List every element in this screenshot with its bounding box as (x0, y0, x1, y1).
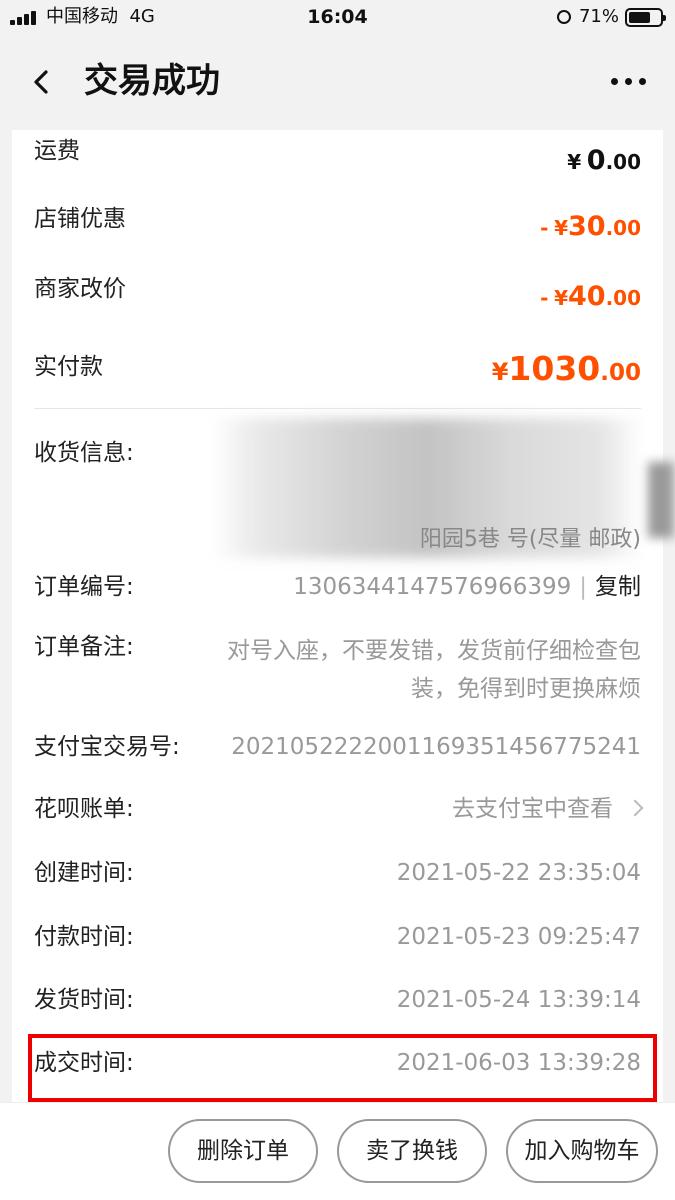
alipay-trade-label: 支付宝交易号: (34, 734, 180, 760)
created-time-value: 2021-05-22 23:35:04 (396, 860, 641, 886)
paid-time-row: 付款时间: 2021-05-23 09:25:47 (34, 922, 641, 958)
shipped-time-label: 发货时间: (34, 987, 134, 1013)
shipping-fee-label: 运费 (34, 138, 80, 164)
shop-discount-amount: - ¥30.00 (540, 211, 641, 242)
alipay-trade-value: 2021052222001169351456775241 (231, 734, 641, 760)
rotation-lock-icon (557, 10, 571, 24)
add-to-cart-button[interactable]: 加入购物车 (506, 1119, 658, 1183)
order-number-value-group: 1306344147576966399 | 复制 (293, 572, 641, 602)
order-number: 1306344147576966399 (293, 574, 572, 600)
huabei-link[interactable]: 去支付宝中查看 (452, 794, 644, 824)
clock: 16:04 (307, 6, 368, 28)
created-time-label: 创建时间: (34, 860, 134, 886)
paid-amount-label: 实付款 (34, 354, 103, 380)
merchant-adjust-amount: - ¥40.00 (540, 281, 641, 312)
order-number-row: 订单编号: 1306344147576966399 | 复制 (34, 572, 641, 608)
paid-amount: ¥1030.00 (491, 349, 641, 388)
shipping-info-label: 收货信息: (34, 440, 134, 466)
shipping-info-row: 收货信息: 阳园5巷 号(尽量 邮政) (34, 438, 641, 558)
shipping-info-value: 阳园5巷 号(尽量 邮政) (419, 527, 641, 552)
more-dots-icon[interactable] (609, 76, 649, 88)
delete-order-button[interactable]: 删除订单 (168, 1119, 318, 1183)
chevron-right-icon (626, 799, 644, 817)
shop-discount-label: 店铺优惠 (34, 206, 126, 232)
paid-time-label: 付款时间: (34, 924, 134, 950)
chevron-left-icon[interactable] (24, 64, 60, 100)
order-note-label: 订单备注: (34, 634, 134, 660)
huabei-row[interactable]: 花呗账单: 去支付宝中查看 (34, 794, 644, 830)
divider (34, 408, 641, 409)
shipping-fee-row: 运费 ¥ 0.00 (34, 136, 641, 176)
paid-amount-row: 实付款 ¥1030.00 (34, 352, 641, 396)
order-detail-card: 运费 ¥ 0.00 店铺优惠 - ¥30.00 商家改价 - ¥40.00 实付… (12, 130, 674, 1102)
copy-button[interactable]: 复制 (595, 574, 641, 600)
alipay-trade-row: 支付宝交易号: 2021052222001169351456775241 (34, 732, 641, 768)
battery-percent: 71% (578, 6, 619, 27)
highlight-annotation (28, 1034, 657, 1102)
shipped-time-row: 发货时间: 2021-05-24 13:39:14 (34, 985, 641, 1021)
merchant-adjust-row: 商家改价 - ¥40.00 (34, 274, 641, 314)
merchant-adjust-label: 商家改价 (34, 276, 126, 302)
created-time-row: 创建时间: 2021-05-22 23:35:04 (34, 858, 641, 894)
order-number-label: 订单编号: (34, 574, 134, 600)
battery-icon (625, 8, 666, 27)
shipped-time-value: 2021-05-24 13:39:14 (396, 987, 641, 1013)
order-note-value: 对号入座，不要发错，发货前仔细检查包装，免得到时更换麻烦 (227, 638, 641, 702)
paid-time-value: 2021-05-23 09:25:47 (396, 924, 641, 950)
order-number-separator: | (579, 574, 587, 600)
resell-button[interactable]: 卖了换钱 (337, 1119, 487, 1183)
shipping-fee-amount: ¥ 0.00 (567, 145, 641, 176)
redacted-mark (648, 462, 674, 538)
order-note-row: 订单备注: 对号入座，不要发错，发货前仔细检查包装，免得到时更换麻烦 (34, 632, 641, 712)
status-bar: 中国移动 4G 16:04 71% (0, 0, 675, 36)
shop-discount-row: 店铺优惠 - ¥30.00 (34, 204, 641, 244)
bottom-action-bar: 删除订单 卖了换钱 加入购物车 (0, 1102, 675, 1200)
page-title: 交易成功 (84, 61, 220, 101)
huabei-label: 花呗账单: (34, 796, 134, 822)
nav-bar: 交易成功 (0, 36, 675, 130)
